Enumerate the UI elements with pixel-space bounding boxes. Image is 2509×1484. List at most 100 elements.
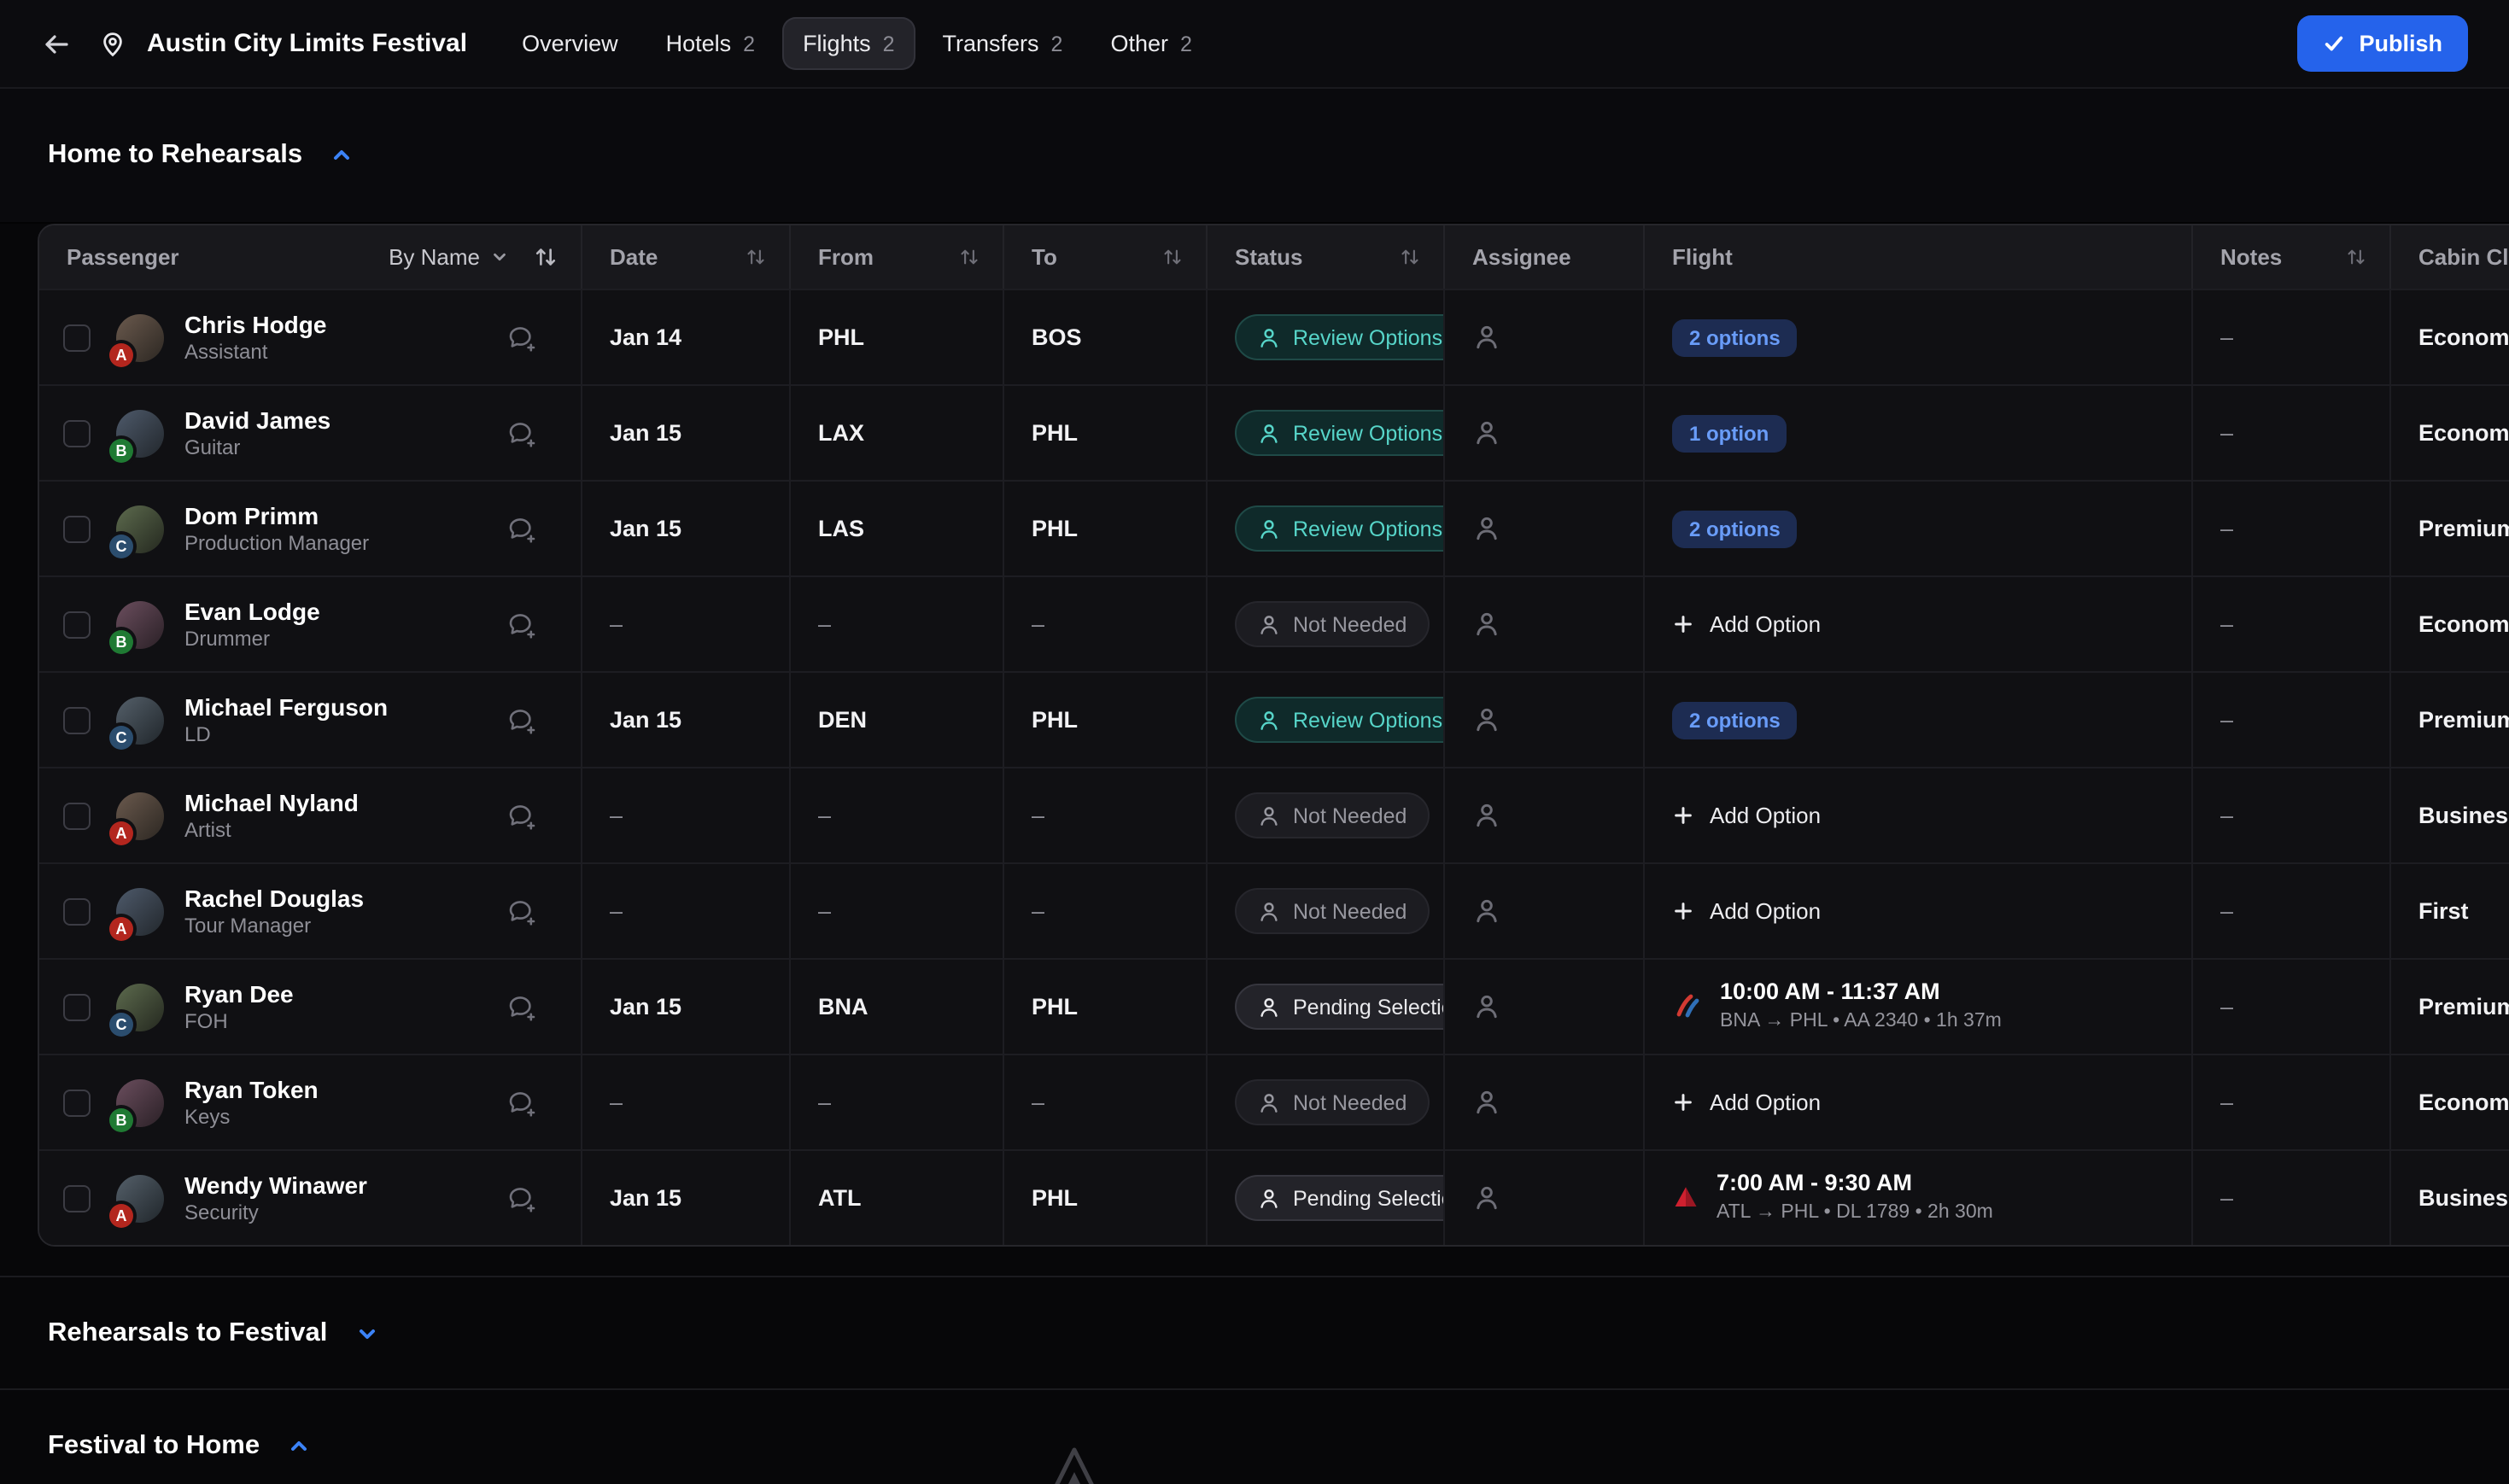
publish-button[interactable]: Publish bbox=[2297, 15, 2468, 72]
add-comment-button[interactable] bbox=[506, 322, 536, 353]
add-comment-button[interactable] bbox=[506, 1087, 536, 1118]
table-row: CDom PrimmProduction ManagerJan 15LASPHL… bbox=[39, 480, 2509, 575]
sort-direction-icon[interactable] bbox=[533, 244, 559, 270]
assignee-cell bbox=[1443, 482, 1643, 575]
row-checkbox[interactable] bbox=[63, 1089, 91, 1116]
collapse-section-button[interactable] bbox=[287, 1434, 311, 1458]
person-icon bbox=[1257, 708, 1281, 732]
row-checkbox[interactable] bbox=[63, 419, 91, 447]
person-icon bbox=[1257, 325, 1281, 349]
row-checkbox[interactable] bbox=[63, 993, 91, 1020]
group-badge: A bbox=[109, 1203, 133, 1227]
to-cell: PHL bbox=[1003, 1151, 1206, 1245]
tab-count: 2 bbox=[1051, 32, 1063, 56]
expand-section-button[interactable] bbox=[354, 1321, 378, 1345]
status-label: Not Needed bbox=[1293, 899, 1407, 923]
notes-cell: – bbox=[2191, 673, 2389, 767]
back-button[interactable] bbox=[41, 28, 72, 59]
add-comment-button[interactable] bbox=[506, 418, 536, 448]
status-badge[interactable]: Not Needed bbox=[1235, 601, 1429, 647]
sort-date-icon[interactable] bbox=[745, 246, 767, 268]
status-badge[interactable]: Pending Selection bbox=[1235, 1175, 1443, 1221]
tab-hotels[interactable]: Hotels2 bbox=[646, 17, 775, 70]
col-notes: Notes bbox=[2191, 225, 2389, 289]
assignee-button[interactable] bbox=[1472, 610, 1501, 639]
chevron-down-icon bbox=[490, 248, 509, 266]
notes-cell: – bbox=[2191, 1151, 2389, 1245]
status-badge[interactable]: Review Options bbox=[1235, 697, 1443, 743]
add-comment-button[interactable] bbox=[506, 704, 536, 735]
flight-detail[interactable]: 7:00 AM - 9:30 AMATL → PHL • DL 1789 • 2… bbox=[1672, 1172, 1993, 1224]
add-comment-button[interactable] bbox=[506, 513, 536, 544]
tab-label: Other bbox=[1110, 31, 1168, 56]
assignee-button[interactable] bbox=[1472, 801, 1501, 830]
publish-label: Publish bbox=[2359, 31, 2442, 56]
avatar: C bbox=[116, 983, 164, 1031]
delta-airlines-icon bbox=[1672, 1184, 1699, 1212]
status-badge[interactable]: Not Needed bbox=[1235, 1079, 1429, 1125]
add-option-button[interactable]: Add Option bbox=[1672, 1090, 1821, 1115]
assignee-button[interactable] bbox=[1472, 514, 1501, 543]
add-option-button[interactable]: Add Option bbox=[1672, 898, 1821, 924]
sort-status-icon[interactable] bbox=[1399, 246, 1421, 268]
add-comment-button[interactable] bbox=[506, 896, 536, 926]
add-comment-button[interactable] bbox=[506, 1183, 536, 1213]
status-badge[interactable]: Review Options bbox=[1235, 314, 1443, 360]
add-comment-button[interactable] bbox=[506, 800, 536, 831]
sort-from-icon[interactable] bbox=[958, 246, 980, 268]
collapse-section-button[interactable] bbox=[330, 143, 354, 167]
sort-by-dropdown[interactable]: By Name bbox=[389, 244, 509, 270]
assignee-button[interactable] bbox=[1472, 323, 1501, 352]
col-date-label: Date bbox=[610, 244, 658, 270]
status-badge[interactable]: Review Options bbox=[1235, 505, 1443, 552]
assignee-button[interactable] bbox=[1472, 418, 1501, 447]
add-comment-button[interactable] bbox=[506, 609, 536, 640]
status-badge[interactable]: Pending Selection bbox=[1235, 984, 1443, 1030]
tab-count: 2 bbox=[883, 32, 895, 56]
flight-options-pill[interactable]: 1 option bbox=[1672, 414, 1786, 452]
add-option-button[interactable]: Add Option bbox=[1672, 803, 1821, 828]
tab-overview[interactable]: Overview bbox=[501, 17, 639, 70]
flight-options-pill[interactable]: 2 options bbox=[1672, 318, 1798, 356]
notes-cell: – bbox=[2191, 1055, 2389, 1149]
add-option-button[interactable]: Add Option bbox=[1672, 611, 1821, 637]
passenger-name: David James bbox=[184, 406, 506, 433]
status-badge[interactable]: Not Needed bbox=[1235, 888, 1429, 934]
assignee-cell bbox=[1443, 290, 1643, 384]
status-badge[interactable]: Not Needed bbox=[1235, 792, 1429, 838]
tab-other[interactable]: Other2 bbox=[1090, 17, 1212, 70]
assignee-button[interactable] bbox=[1472, 897, 1501, 926]
assignee-button[interactable] bbox=[1472, 1088, 1501, 1117]
add-comment-button[interactable] bbox=[506, 991, 536, 1022]
group-badge: B bbox=[109, 629, 133, 653]
table-row: CRyan DeeFOHJan 15BNAPHLPending Selectio… bbox=[39, 958, 2509, 1054]
person-icon bbox=[1257, 421, 1281, 445]
assignee-button[interactable] bbox=[1472, 705, 1501, 734]
flight-options-pill[interactable]: 2 options bbox=[1672, 510, 1798, 547]
row-checkbox[interactable] bbox=[63, 897, 91, 925]
flight-options-pill[interactable]: 2 options bbox=[1672, 701, 1798, 739]
status-cell: Not Needed bbox=[1206, 577, 1443, 671]
assignee-button[interactable] bbox=[1472, 1183, 1501, 1212]
row-checkbox[interactable] bbox=[63, 611, 91, 638]
group-badge: B bbox=[109, 1107, 133, 1131]
sort-to-icon[interactable] bbox=[1161, 246, 1184, 268]
flight-cell: Add Option bbox=[1643, 1055, 2191, 1149]
plus-icon bbox=[1672, 900, 1694, 922]
from-cell: – bbox=[789, 577, 1003, 671]
tab-transfers[interactable]: Transfers2 bbox=[922, 17, 1084, 70]
row-checkbox[interactable] bbox=[63, 324, 91, 351]
row-checkbox[interactable] bbox=[63, 802, 91, 829]
assignee-button[interactable] bbox=[1472, 992, 1501, 1021]
row-checkbox[interactable] bbox=[63, 1184, 91, 1212]
notes-cell: – bbox=[2191, 577, 2389, 671]
from-cell: – bbox=[789, 864, 1003, 958]
sort-notes-icon[interactable] bbox=[2345, 246, 2367, 268]
tab-count: 2 bbox=[743, 32, 755, 56]
row-checkbox[interactable] bbox=[63, 515, 91, 542]
tab-flights[interactable]: Flights2 bbox=[782, 17, 915, 70]
row-checkbox[interactable] bbox=[63, 706, 91, 733]
flight-detail[interactable]: 10:00 AM - 11:37 AMBNA → PHL • AA 2340 •… bbox=[1672, 981, 2002, 1033]
status-badge[interactable]: Review Options bbox=[1235, 410, 1443, 456]
passenger-role: FOH bbox=[184, 1010, 506, 1034]
